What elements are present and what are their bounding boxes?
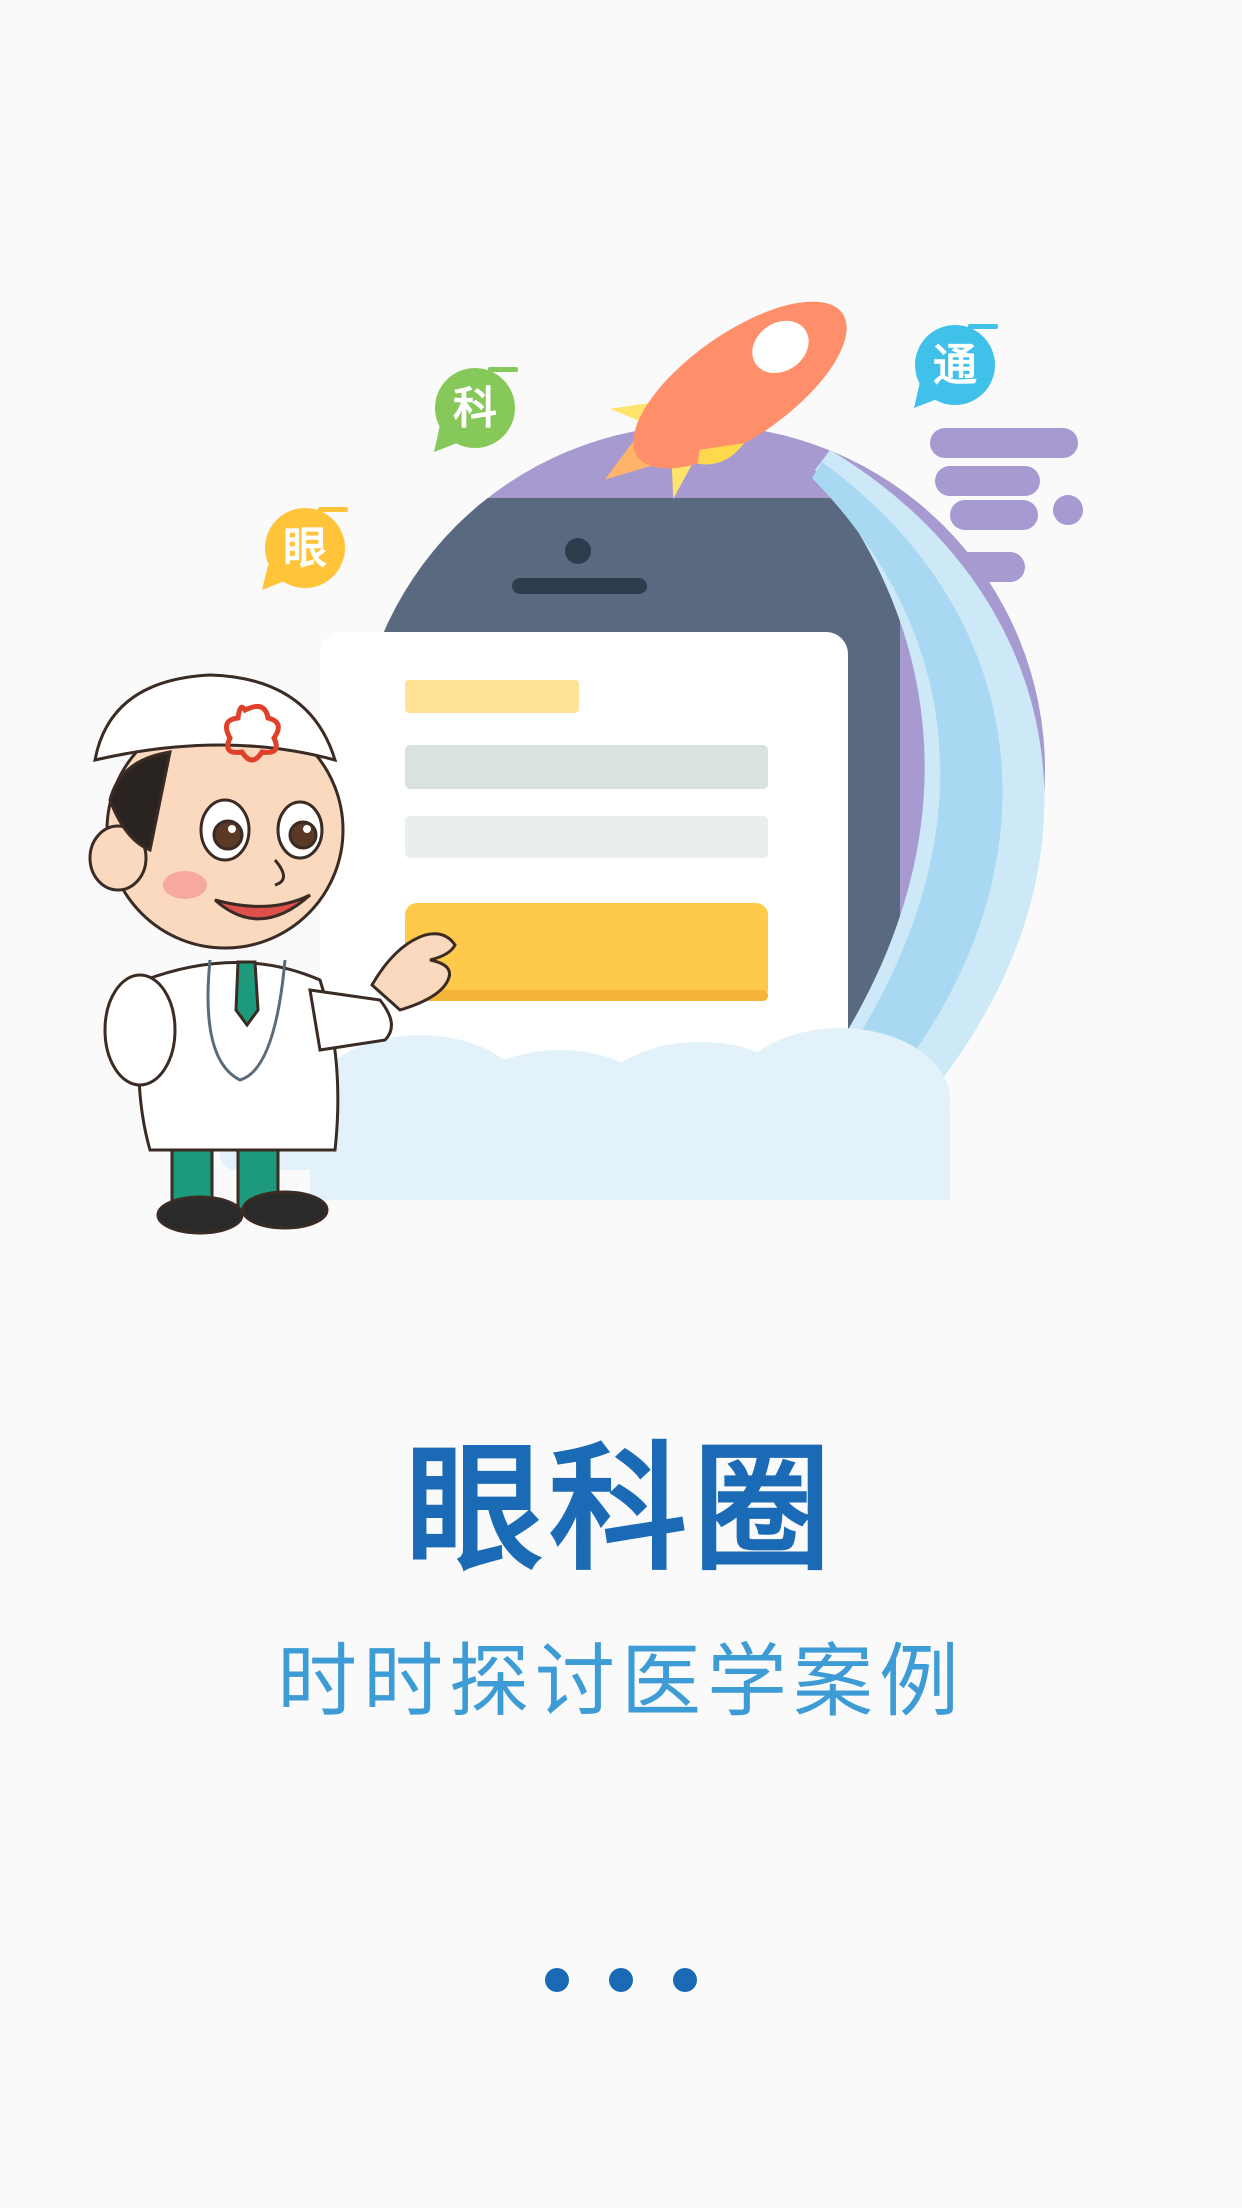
splash-screen: 眼 科 通 眼科圈 时时探讨医学案例 xyxy=(0,0,1242,2208)
connect-bubble-icon: 通 xyxy=(914,324,998,408)
onboarding-illustration: 眼 科 通 xyxy=(88,301,1083,1235)
panel-field-1 xyxy=(405,745,768,789)
department-bubble-text: 科 xyxy=(453,383,497,434)
department-bubble-icon: 科 xyxy=(434,367,518,452)
panel-heading-bar xyxy=(405,680,579,713)
eye-bubble-icon: 眼 xyxy=(262,507,348,590)
page-dot-3[interactable] xyxy=(673,1968,697,1992)
phone-speaker xyxy=(512,578,647,594)
app-title: 眼科圈 xyxy=(404,1429,837,1590)
page-dot-2[interactable] xyxy=(609,1968,633,1992)
page-dot-1[interactable] xyxy=(545,1968,569,1992)
panel-field-2 xyxy=(405,816,768,858)
connect-bubble-text: 通 xyxy=(933,340,977,391)
page-indicator xyxy=(0,1968,1242,1998)
app-tagline: 时时探讨医学案例 xyxy=(277,1635,965,1728)
panel-button-bar xyxy=(405,903,768,1001)
eye-bubble-text: 眼 xyxy=(283,523,327,574)
phone-camera xyxy=(565,538,591,564)
